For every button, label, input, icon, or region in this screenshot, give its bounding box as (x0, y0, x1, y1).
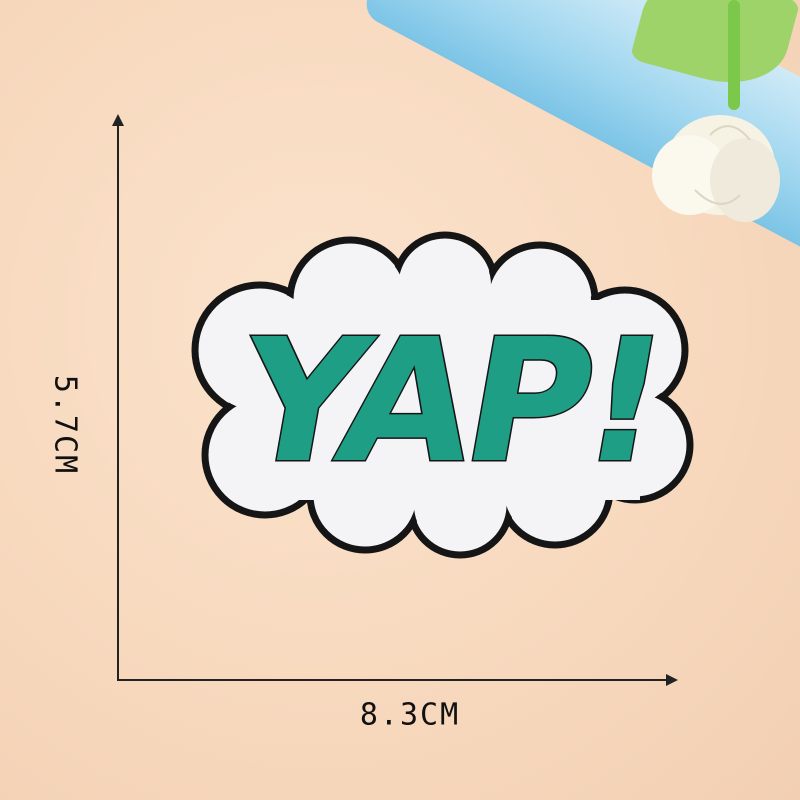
height-label: 5.7CM (47, 374, 83, 476)
white-flower (652, 115, 780, 222)
width-arrow-head (666, 674, 678, 686)
height-arrow (117, 122, 119, 680)
flower-stem (728, 0, 740, 110)
width-arrow (117, 679, 669, 681)
width-label: 8.3CM (359, 697, 461, 733)
yap-embroidered-patch: YAP! (191, 231, 694, 559)
patch-text: YAP! (222, 303, 675, 500)
